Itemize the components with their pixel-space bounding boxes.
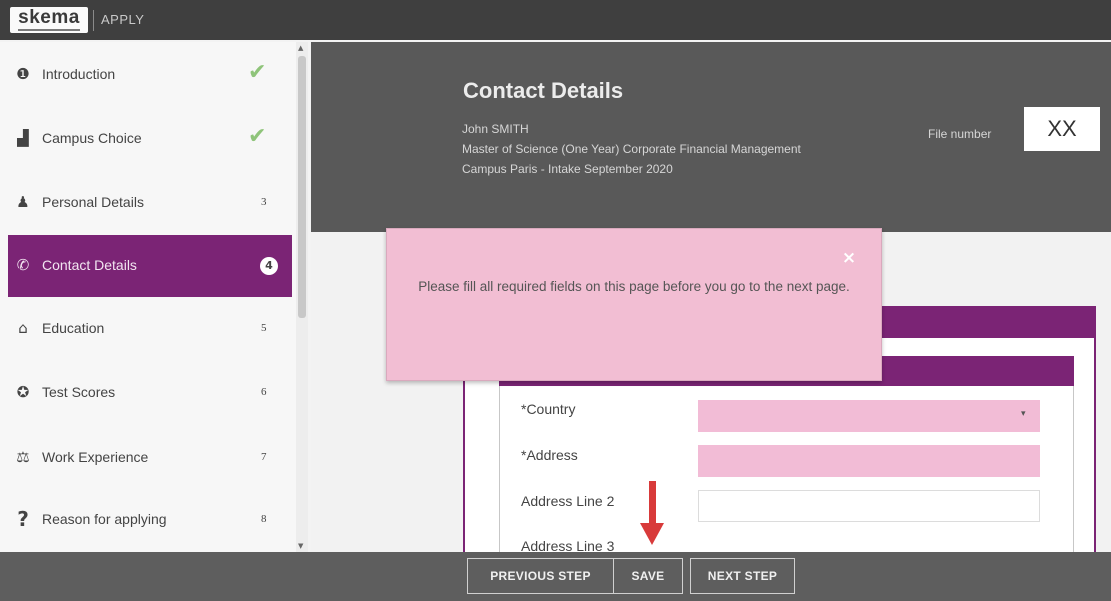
sidebar-item-label: Education — [42, 320, 105, 336]
annotation-arrow-shaft — [649, 481, 656, 525]
country-select[interactable] — [698, 400, 1040, 432]
info-icon: ❶ — [16, 65, 30, 83]
question-icon: ? — [17, 507, 29, 531]
sidebar-item-reason-for-applying[interactable]: ? Reason for applying 8 — [8, 489, 292, 551]
sidebar-item-label: Introduction — [42, 66, 116, 82]
scroll-down-icon[interactable]: ▼ — [298, 542, 303, 550]
next-step-button[interactable]: NEXT STEP — [690, 558, 795, 594]
sidebar-item-test-scores[interactable]: ✪ Test Scores 6 — [8, 362, 292, 424]
alert-message: Please fill all required fields on this … — [418, 279, 850, 294]
checkmark-icon: ✔ — [248, 60, 267, 85]
app-title: APPLY — [101, 12, 145, 27]
university-icon: ⌂ — [18, 319, 28, 337]
checkmark-icon: ✔ — [248, 124, 267, 149]
address-line-2-label: Address Line 2 — [521, 493, 615, 509]
validation-alert: × Please fill all required fields on thi… — [386, 228, 882, 381]
step-number: 7 — [261, 451, 267, 463]
sidebar-item-introduction[interactable]: ❶ Introduction ✔ — [8, 44, 292, 106]
close-icon[interactable]: × — [836, 245, 862, 271]
briefcase-icon: ⚖ — [16, 448, 30, 466]
sidebar-item-label: Personal Details — [42, 194, 144, 210]
sidebar: ❶ Introduction ✔ ▟ Campus Choice ✔ ♟ Per… — [0, 42, 296, 552]
sidebar-scrollbar-thumb[interactable] — [298, 56, 306, 318]
campus-intake: Campus Paris - Intake September 2020 — [462, 162, 673, 176]
address-line-2-input[interactable] — [698, 490, 1040, 522]
sidebar-item-label: Test Scores — [42, 384, 116, 400]
buildings-icon: ▟ — [17, 129, 29, 147]
sidebar-item-personal-details[interactable]: ♟ Personal Details 3 — [8, 172, 292, 234]
step-number: 6 — [261, 386, 267, 398]
file-number-value: XX — [1024, 107, 1100, 151]
previous-step-button[interactable]: PREVIOUS STEP — [467, 558, 614, 594]
sidebar-item-contact-details[interactable]: ✆ Contact Details 4 — [8, 235, 292, 297]
address-input[interactable] — [698, 445, 1040, 477]
step-number: 8 — [261, 513, 267, 525]
annotation-arrow-icon — [640, 523, 664, 545]
file-number-label: File number — [928, 127, 992, 141]
step-number: 5 — [261, 322, 267, 334]
phone-icon: ✆ — [16, 256, 30, 274]
sidebar-item-campus-choice[interactable]: ▟ Campus Choice ✔ — [8, 108, 292, 170]
save-button[interactable]: SAVE — [613, 558, 683, 594]
medal-icon: ✪ — [16, 383, 30, 401]
program-name: Master of Science (One Year) Corporate F… — [462, 142, 801, 156]
topbar-divider — [93, 10, 94, 31]
address-label: *Address — [521, 447, 578, 463]
scroll-up-icon[interactable]: ▲ — [298, 44, 303, 52]
page-title: Contact Details — [463, 78, 624, 103]
sidebar-item-label: Contact Details — [42, 257, 137, 273]
top-bar: skema APPLY — [0, 0, 1111, 40]
applicant-name: John SMITH — [462, 122, 529, 136]
sidebar-item-label: Campus Choice — [42, 130, 142, 146]
step-badge: 4 — [260, 257, 278, 275]
user-icon: ♟ — [16, 193, 30, 211]
sidebar-item-label: Work Experience — [42, 449, 149, 465]
country-label: *Country — [521, 401, 576, 417]
page-header: Contact Details John SMITH Master of Sci… — [311, 42, 1111, 232]
sidebar-item-education[interactable]: ⌂ Education 5 — [8, 298, 292, 360]
step-number: 3 — [261, 196, 267, 208]
logo-tagline-line — [18, 29, 80, 31]
chevron-down-icon[interactable]: ▾ — [1021, 409, 1026, 419]
sidebar-item-work-experience[interactable]: ⚖ Work Experience 7 — [8, 427, 292, 489]
sidebar-item-label: Reason for applying — [42, 511, 167, 527]
